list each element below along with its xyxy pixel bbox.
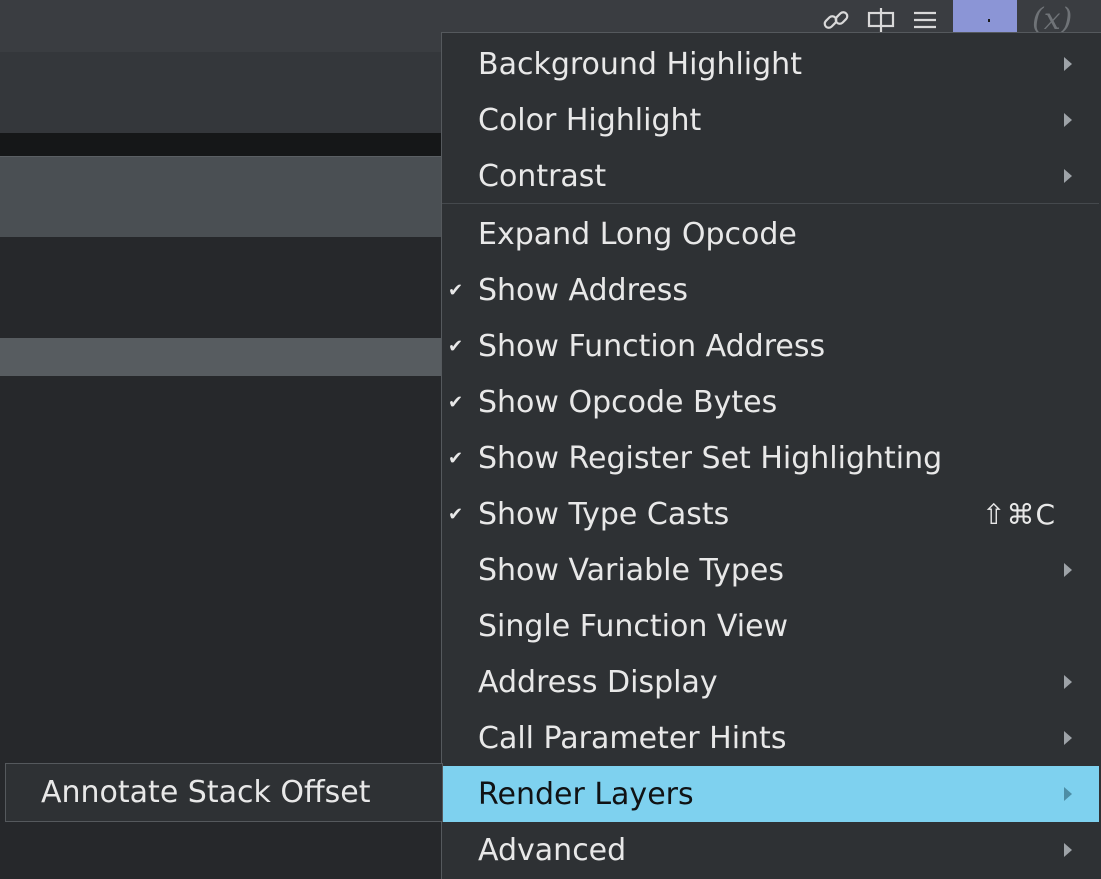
menu-item-show-function-address[interactable]: ✔ Show Function Address — [442, 318, 1099, 374]
submenu-arrow-icon — [1064, 822, 1072, 878]
submenu-arrow-icon — [1064, 654, 1072, 710]
menu-item-show-opcode-bytes[interactable]: ✔ Show Opcode Bytes — [442, 374, 1099, 430]
editor-section-header — [0, 156, 445, 238]
submenu-arrow-icon — [1064, 92, 1072, 148]
submenu-arrow-icon — [1064, 542, 1072, 598]
submenu-item-label: Annotate Stack Offset — [41, 775, 371, 810]
submenu-arrow-icon — [1064, 766, 1072, 822]
menu-item-label: Expand Long Opcode — [478, 216, 797, 252]
menu-item-color-highlight[interactable]: Color Highlight — [442, 92, 1099, 148]
menu-item-label: Show Variable Types — [478, 552, 785, 588]
checkmark-icon: ✔ — [448, 447, 464, 469]
render-layers-submenu: Annotate Stack Offset — [5, 763, 443, 822]
menu-item-label: Advanced — [478, 832, 627, 868]
selected-line-row[interactable] — [0, 338, 445, 376]
editor-header-area — [0, 52, 445, 133]
submenu-item-annotate-stack-offset[interactable]: Annotate Stack Offset — [6, 764, 442, 821]
checkmark-icon: ✔ — [448, 503, 464, 525]
menu-item-label: Background Highlight — [478, 46, 802, 82]
menu-item-expand-long-opcode[interactable]: Expand Long Opcode — [442, 206, 1099, 262]
menu-item-single-function-view[interactable]: Single Function View — [442, 598, 1099, 654]
menu-item-call-parameter-hints[interactable]: Call Parameter Hints — [442, 710, 1099, 766]
menu-item-show-address[interactable]: ✔ Show Address — [442, 262, 1099, 318]
menu-item-show-variable-types[interactable]: Show Variable Types — [442, 542, 1099, 598]
checkmark-icon: ✔ — [448, 335, 464, 357]
menu-item-advanced[interactable]: Advanced — [442, 822, 1099, 878]
menu-separator — [442, 203, 1099, 204]
menu-item-show-type-casts[interactable]: ✔ Show Type Casts ⇧⌘C — [442, 486, 1099, 542]
menu-item-label: Show Opcode Bytes — [478, 384, 778, 420]
menu-item-background-highlight[interactable]: Background Highlight — [442, 36, 1099, 92]
menu-item-label: Show Type Casts — [478, 496, 730, 532]
menu-item-label: Show Address — [478, 272, 688, 308]
context-menu: Background Highlight Color Highlight Con… — [441, 32, 1101, 879]
menu-item-label: Contrast — [478, 158, 607, 194]
submenu-arrow-icon — [1064, 148, 1072, 204]
menu-item-address-display[interactable]: Address Display — [442, 654, 1099, 710]
menu-item-label: Single Function View — [478, 608, 789, 644]
menu-item-contrast[interactable]: Contrast — [442, 148, 1099, 204]
editor-divider — [0, 133, 445, 156]
menu-item-label: Call Parameter Hints — [478, 720, 787, 756]
submenu-arrow-icon — [1064, 710, 1072, 766]
menu-item-label: Address Display — [478, 664, 718, 700]
menu-item-label: Show Function Address — [478, 328, 826, 364]
menu-item-show-register-set-highlighting[interactable]: ✔ Show Register Set Highlighting — [442, 430, 1099, 486]
menu-item-label: Render Layers — [478, 776, 694, 812]
menu-item-label: Show Register Set Highlighting — [478, 440, 943, 476]
submenu-arrow-icon — [1064, 36, 1072, 92]
checkmark-icon: ✔ — [448, 279, 464, 301]
menu-item-label: Color Highlight — [478, 102, 702, 138]
selected-toolbar-button-dot — [988, 19, 990, 22]
menu-item-render-layers[interactable]: Render Layers — [442, 766, 1099, 822]
keyboard-shortcut: ⇧⌘C — [982, 497, 1057, 531]
checkmark-icon: ✔ — [448, 391, 464, 413]
